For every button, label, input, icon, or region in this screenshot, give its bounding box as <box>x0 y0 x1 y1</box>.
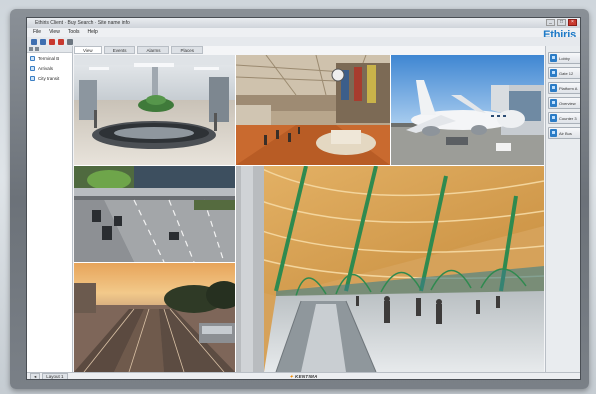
menu-bar: File View Tools Help <box>27 28 580 37</box>
maximize-button[interactable]: □ <box>557 19 566 26</box>
record-icon[interactable] <box>49 38 55 45</box>
camera-icon <box>550 99 557 107</box>
new-icon[interactable] <box>31 38 37 45</box>
presets-panel: Lobby Gate 12 Platform A Overview Counte… <box>545 46 580 372</box>
camera-highway[interactable] <box>74 166 235 262</box>
terminal-hall-feed <box>236 166 544 372</box>
tab-bar: View Events Alarms Places <box>74 46 544 54</box>
camera-apron[interactable] <box>391 55 544 165</box>
camera-icon <box>550 84 557 92</box>
open-icon[interactable] <box>40 38 46 45</box>
apron-feed <box>391 55 544 165</box>
folder-icon <box>30 55 35 61</box>
preset-label: Overview <box>559 100 576 106</box>
tree-item-label: Terminal B <box>38 55 60 61</box>
tree-item-city-transit[interactable]: City transit <box>27 73 72 83</box>
tab-alarms[interactable]: Alarms <box>137 46 170 54</box>
status-bar: ◂ Layout 1 ✦ KENTIMA <box>27 372 580 379</box>
back-button[interactable]: ◂ <box>30 373 41 379</box>
camera-icon <box>550 54 557 62</box>
folder-icon <box>30 75 35 81</box>
camera-icon <box>550 129 557 137</box>
window-controls: _ □ × <box>546 19 577 26</box>
preset-button-air-bus[interactable]: Air Bus <box>548 127 580 139</box>
menu-tools[interactable]: Tools <box>68 28 80 37</box>
collapse-icon[interactable] <box>29 47 33 51</box>
close-button[interactable]: × <box>568 19 577 26</box>
menu-file[interactable]: File <box>33 28 41 37</box>
tab-events[interactable]: Events <box>103 46 136 54</box>
preset-label: Air Bus <box>559 130 572 136</box>
camera-icon <box>550 114 557 122</box>
pin-icon[interactable] <box>35 47 39 51</box>
vendor-logo-text: KENTIMA <box>295 374 318 379</box>
tree-item-label: City transit <box>38 75 60 81</box>
video-grid <box>74 55 544 372</box>
camera-baggage-claim[interactable] <box>74 55 235 165</box>
preset-button-lobby[interactable]: Lobby <box>548 52 580 64</box>
window-title: Ethiris Client · Buy Search · Site name … <box>35 20 130 26</box>
preset-button-gate-12[interactable]: Gate 12 <box>548 67 580 79</box>
highway-feed <box>74 166 235 262</box>
title-bar: Ethiris Client · Buy Search · Site name … <box>27 18 580 28</box>
tree-panel-header <box>27 46 72 53</box>
camera-terminal-hall[interactable] <box>236 166 544 372</box>
application-window: Ethiris Client · Buy Search · Site name … <box>26 17 581 380</box>
tree-item-terminal-b[interactable]: Terminal B <box>27 53 72 63</box>
menu-help[interactable]: Help <box>88 28 98 37</box>
concourse-feed <box>236 55 390 165</box>
toolbar <box>27 37 580 46</box>
status-controls: ◂ Layout 1 <box>30 373 68 379</box>
preset-label: Gate 12 <box>559 70 574 76</box>
preset-button-platform-a[interactable]: Platform A <box>548 82 580 94</box>
stop-icon[interactable] <box>58 38 64 45</box>
rail-sunset-feed <box>74 263 235 372</box>
folder-icon <box>30 65 35 71</box>
preset-label: Lobby <box>559 55 570 61</box>
tree-item-label: Arrivals <box>38 65 54 71</box>
camera-icon <box>550 69 557 77</box>
baggage-claim-feed <box>74 55 235 165</box>
camera-concourse[interactable] <box>236 55 390 165</box>
layout-selector[interactable]: Layout 1 <box>42 373 68 379</box>
preset-label: Platform A <box>559 85 578 91</box>
preset-button-counter-3[interactable]: Counter 3 <box>548 112 580 124</box>
camera-tree-panel: Terminal B Arrivals City transit <box>27 46 73 372</box>
tab-places[interactable]: Places <box>171 46 203 54</box>
minimize-button[interactable]: _ <box>546 19 555 26</box>
settings-icon[interactable] <box>67 38 73 45</box>
tab-view[interactable]: View <box>74 46 102 54</box>
tree-item-arrivals[interactable]: Arrivals <box>27 63 72 73</box>
camera-rail-sunset[interactable] <box>74 263 235 372</box>
vendor-logo: ✦ KENTIMA <box>289 373 318 379</box>
kentima-mark-icon: ✦ <box>289 374 294 379</box>
preset-button-overview[interactable]: Overview <box>548 97 580 109</box>
menu-view[interactable]: View <box>49 28 60 37</box>
preset-label: Counter 3 <box>559 115 577 121</box>
